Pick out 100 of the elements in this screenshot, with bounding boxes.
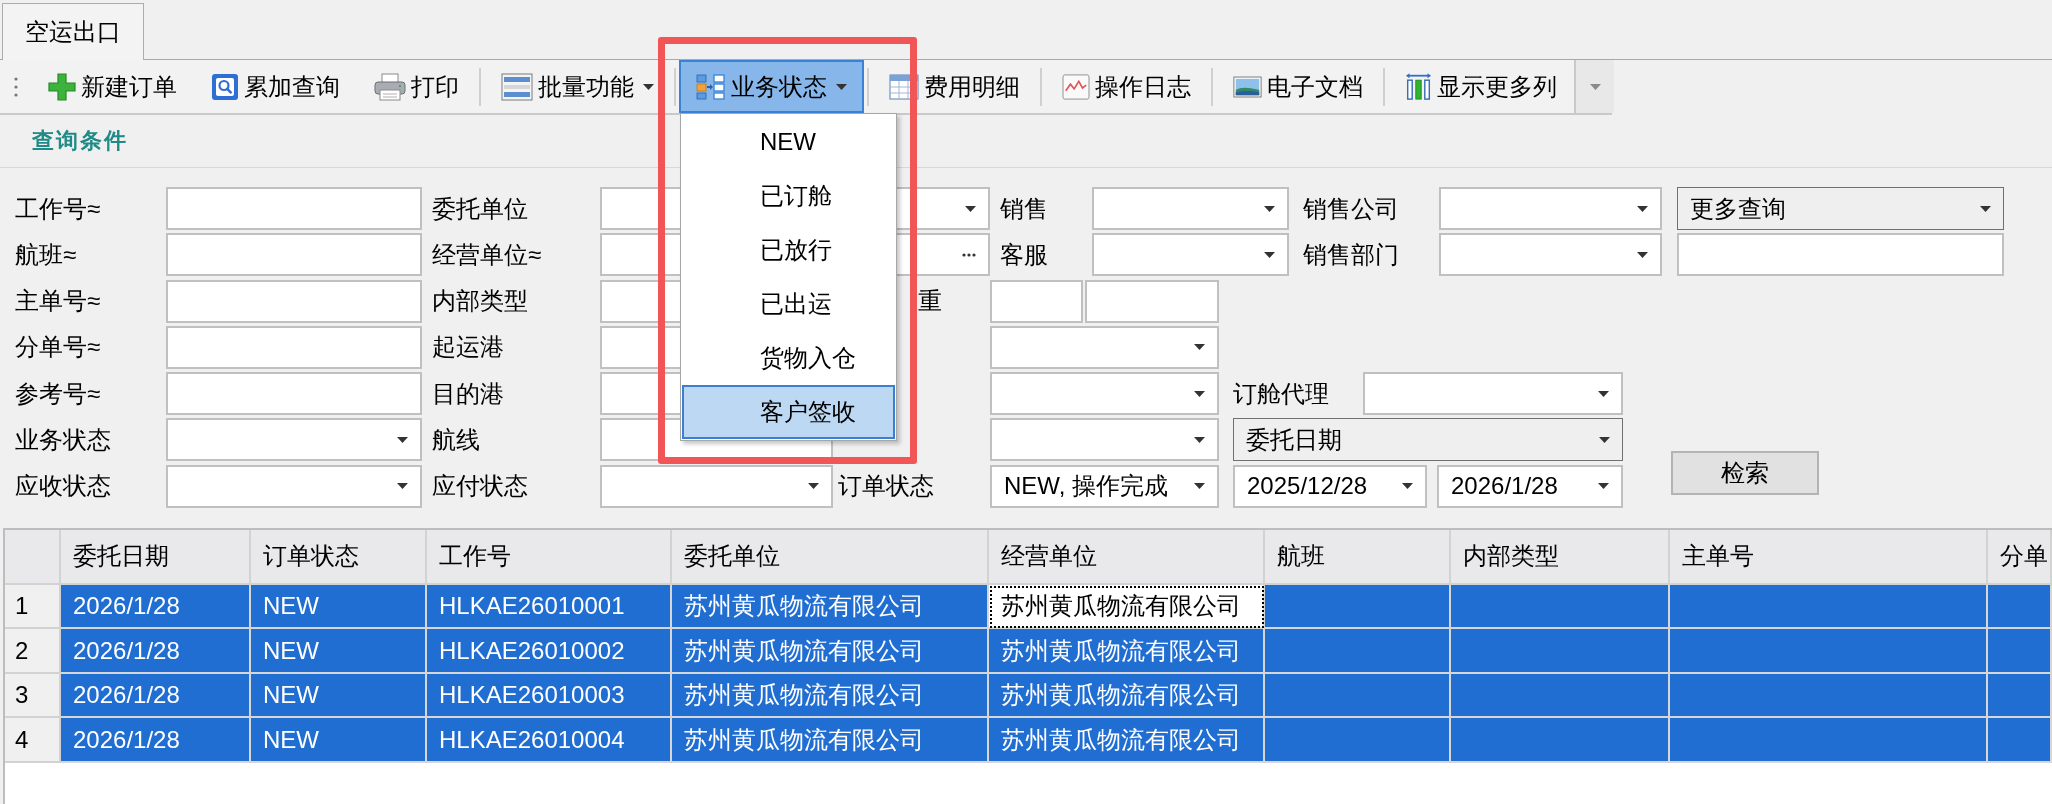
field-label: 参考号≈ — [15, 378, 101, 409]
table-cell: HLKAE26010004 — [427, 718, 672, 763]
section-title: 查询条件 — [32, 126, 128, 155]
table-cell: 苏州黄瓜物流有限公司 — [989, 718, 1265, 763]
table-cell: 苏州黄瓜物流有限公司 — [989, 584, 1265, 630]
text-field[interactable] — [166, 325, 422, 369]
text-field[interactable] — [166, 279, 422, 323]
text-field[interactable] — [166, 233, 422, 277]
field-label: 业务状态 — [15, 425, 111, 455]
dropdown-field[interactable] — [1092, 233, 1289, 277]
caret-icon — [1637, 205, 1648, 212]
row-header: 1 — [5, 584, 61, 630]
field-label: 销售公司 — [1303, 193, 1399, 224]
dropdown-field[interactable] — [990, 325, 1219, 369]
field-label: 订单状态 — [838, 471, 934, 502]
grip-icon — [14, 75, 18, 98]
dropdown-field[interactable] — [1092, 187, 1289, 230]
caret-icon — [808, 483, 819, 490]
toolbar-button[interactable]: 打印 — [357, 60, 476, 113]
toolbar-button[interactable]: 新建订单 — [31, 60, 194, 113]
field-label: 内部类型 — [432, 286, 528, 317]
line-chart-icon — [1062, 73, 1090, 100]
caret-icon — [1264, 251, 1275, 258]
dropdown-list[interactable]: 更多查询 — [1677, 187, 2004, 230]
caret-icon — [397, 437, 408, 443]
printer-icon — [374, 72, 406, 101]
caret-icon — [1402, 483, 1413, 490]
text-field[interactable] — [1085, 279, 1219, 323]
table-row[interactable]: 3 2026/1/28 NEW HLKAE26010003 苏州黄瓜物流有限公司 苏州黄瓜物流有限公司 — [5, 673, 2052, 719]
caret-icon — [1599, 437, 1610, 443]
table-row[interactable]: 4 2026/1/28 NEW HLKAE26010004 苏州黄瓜物流有限公司 苏州黄瓜物流有限公司 — [5, 718, 2052, 763]
toolbar-button[interactable]: 操作日志 — [1045, 60, 1208, 113]
image-icon — [1233, 75, 1262, 98]
field-label: 客服 — [1000, 239, 1048, 270]
caret-icon — [1194, 437, 1205, 443]
field-label: 应收状态 — [15, 471, 111, 502]
field-label: 航班≈ — [15, 239, 77, 270]
field-label: 分单号≈ — [15, 332, 101, 363]
field-label: 起运港 — [432, 332, 504, 363]
list-icon — [501, 72, 533, 101]
row-header: 4 — [5, 718, 61, 763]
toolbar-button[interactable]: 电子文档 — [1216, 60, 1380, 113]
text-field[interactable] — [990, 279, 1083, 323]
dropdown-field[interactable] — [990, 372, 1219, 416]
caret-icon — [1598, 390, 1609, 397]
caret-icon — [1194, 344, 1205, 351]
search-button[interactable]: 检索 — [1671, 450, 1819, 495]
toolbar-button[interactable]: 批量功能 — [484, 60, 671, 113]
field-label: 销售部门 — [1303, 239, 1399, 270]
caret-icon — [1589, 83, 1601, 90]
caret-icon — [1194, 483, 1205, 490]
search-icon — [211, 72, 239, 101]
field-label: 工作号≈ — [15, 193, 101, 224]
tab[interactable]: 空运出口 — [2, 3, 144, 60]
dropdown-field[interactable]: 2026/1/28 — [1437, 464, 1623, 508]
ellipsis-icon — [962, 252, 976, 257]
toolbar-button[interactable]: 显示更多列 — [1388, 60, 1574, 113]
field-label: 目的港 — [432, 378, 504, 409]
dropdown-field[interactable]: 2025/12/28 — [1233, 464, 1427, 508]
field-label: 订舱代理 — [1233, 378, 1329, 409]
caret-icon — [965, 205, 976, 212]
dropdown-field[interactable] — [1363, 372, 1623, 416]
flow-icon — [696, 72, 726, 101]
caret-icon — [1637, 251, 1648, 258]
dropdown-field[interactable] — [600, 464, 833, 508]
dropdown-field[interactable] — [166, 418, 422, 462]
text-field[interactable] — [1677, 233, 2004, 277]
columns-icon — [1405, 73, 1432, 100]
field-label: 航线 — [432, 425, 480, 455]
field-label: 应付状态 — [432, 471, 528, 502]
caret-icon — [1980, 205, 1991, 212]
dropdown-list[interactable]: 委托日期 — [1233, 418, 1623, 462]
table-cell: NEW — [251, 718, 427, 763]
plus-icon — [48, 72, 76, 101]
text-field[interactable] — [166, 372, 422, 416]
field-label: 重 — [918, 286, 942, 317]
caret-icon — [397, 483, 408, 490]
row-header: 3 — [5, 673, 61, 719]
field-label: 经营单位≈ — [432, 239, 542, 270]
dropdown-field[interactable] — [166, 464, 422, 508]
table-row[interactable]: 2 2026/1/28 NEW HLKAE26010002 苏州黄瓜物流有限公司 苏州黄瓜物流有限公司 — [5, 629, 2052, 674]
field-label: 委托单位 — [432, 193, 528, 224]
toolbar-button[interactable]: 费用明细 — [872, 60, 1037, 113]
row-header: 2 — [5, 629, 61, 674]
toolbar-button[interactable]: 累加查询 — [194, 60, 357, 113]
table-cell: 2026/1/28 — [61, 718, 251, 763]
text-field[interactable] — [166, 187, 422, 230]
field-label: 主单号≈ — [15, 286, 101, 317]
menu-item[interactable]: 客户签收 — [682, 385, 895, 439]
dropdown-field[interactable] — [990, 418, 1219, 462]
caret-icon — [1598, 483, 1609, 490]
dropdown-field[interactable]: NEW, 操作完成 — [990, 464, 1219, 508]
table-cell: 苏州黄瓜物流有限公司 — [672, 718, 989, 763]
dropdown-field[interactable] — [1439, 187, 1662, 230]
dropdown-field[interactable] — [1439, 233, 1662, 277]
caret-icon — [1194, 390, 1205, 397]
caret-icon — [1264, 205, 1275, 212]
overflow-button[interactable] — [1574, 60, 1614, 113]
table-row[interactable]: 1 2026/1/28 NEW HLKAE26010001 苏州黄瓜物流有限公司 苏州黄瓜物流有限公司 — [5, 584, 2052, 630]
field-label: 销售 — [1000, 193, 1048, 224]
